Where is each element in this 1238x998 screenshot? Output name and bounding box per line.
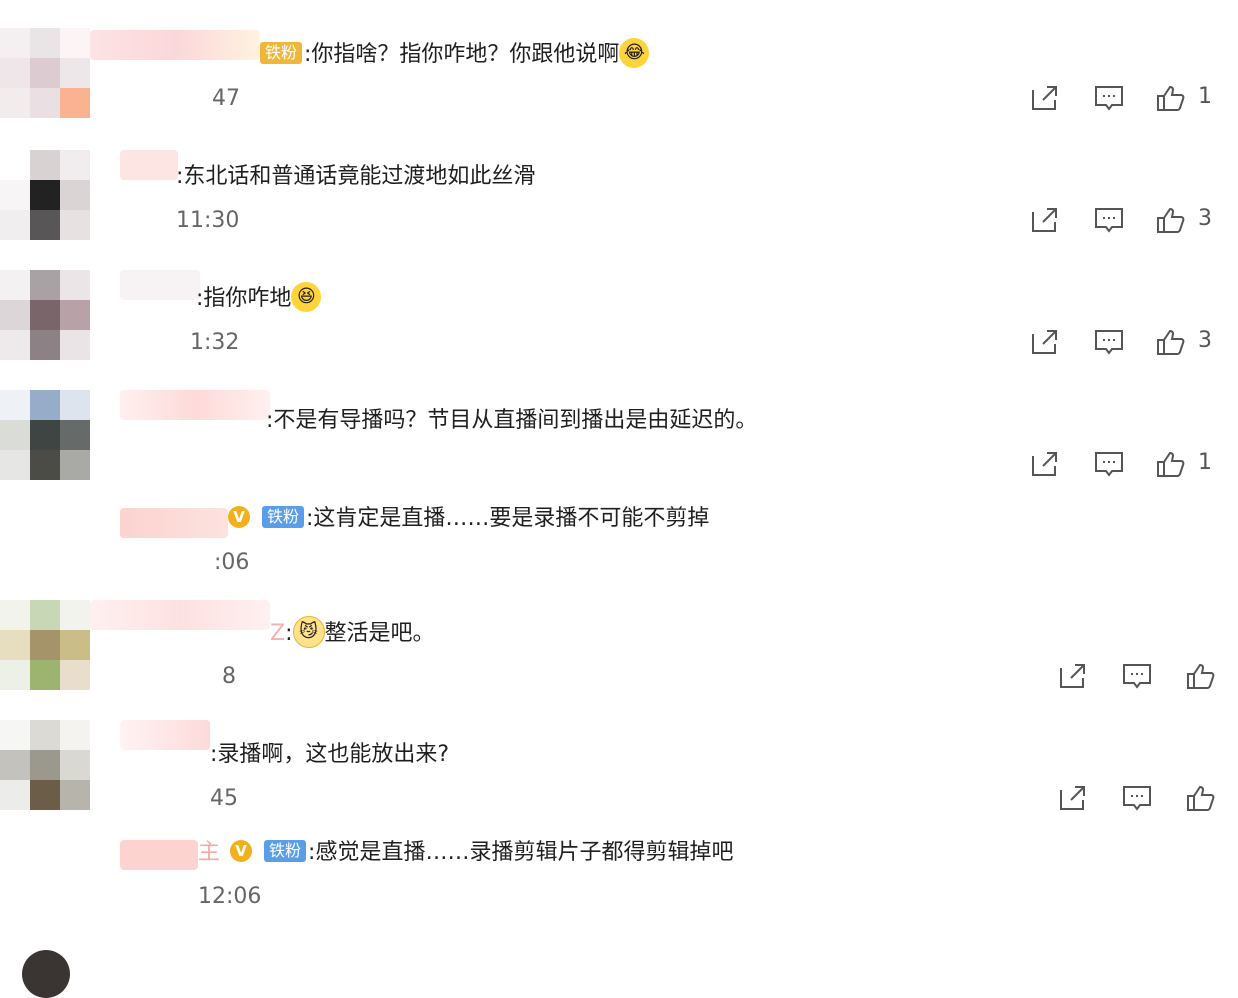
comment-icon[interactable] [1094, 206, 1124, 234]
thumbs-up-icon[interactable] [1186, 784, 1216, 812]
comment-text: :不是有导播吗？节目从直播间到播出是由延迟的。 [266, 408, 758, 433]
fan-badge: 铁粉 [262, 506, 305, 528]
timestamp: 12:06 [198, 884, 262, 909]
grin-emoji-icon: 😆 [291, 282, 322, 312]
avatar[interactable] [0, 270, 90, 360]
thumbs-up-icon[interactable] [1156, 328, 1186, 356]
avatar[interactable] [0, 28, 90, 118]
share-icon[interactable] [1058, 784, 1088, 812]
comment-icon[interactable] [1094, 84, 1124, 112]
thumbs-up-icon[interactable] [1186, 662, 1216, 690]
laugh-cry-emoji-icon: 😂 [619, 38, 650, 68]
comment-text: 铁粉:你指啥？指你咋地？你跟他说啊 😂 [260, 38, 650, 70]
username-suffix: 主 [198, 840, 221, 865]
verified-icon: V [228, 506, 250, 528]
share-icon[interactable] [1030, 450, 1060, 478]
thumbs-up-icon[interactable] [1156, 84, 1186, 112]
share-icon[interactable] [1030, 84, 1060, 112]
comment-text: :指你咋地 😆 [196, 282, 322, 314]
fan-badge: 铁粉 [260, 42, 303, 64]
comment-actions [1056, 656, 1236, 696]
username[interactable] [90, 600, 270, 630]
username-suffix: Z [270, 621, 286, 646]
comment-actions: 1 [1028, 78, 1228, 118]
timestamp: 11:30 [176, 208, 240, 233]
fan-badge: 铁粉 [264, 840, 307, 862]
username[interactable] [120, 150, 178, 180]
avatar[interactable] [0, 150, 90, 240]
like-count: 1 [1198, 84, 1212, 109]
reply-text: 主 V 铁粉:感觉是直播……录播剪辑片子都得剪辑掉吧 [198, 840, 734, 865]
reply-text: V 铁粉:这肯定是直播……要是录播不可能不剪掉 [228, 504, 709, 534]
comment-text: :录播啊，这也能放出来? [210, 742, 450, 767]
cat-face-emoji-icon: 😼 [292, 616, 325, 648]
username[interactable] [120, 390, 270, 420]
timestamp: 1:32 [190, 330, 240, 355]
share-icon[interactable] [1058, 662, 1088, 690]
comment-icon[interactable] [1094, 450, 1124, 478]
like-count: 3 [1198, 328, 1212, 353]
share-icon[interactable] [1030, 328, 1060, 356]
timestamp: 8 [222, 664, 236, 689]
avatar[interactable] [22, 950, 70, 998]
comment-actions: 3 [1028, 322, 1228, 362]
like-count: 3 [1198, 206, 1212, 231]
verified-icon: V [230, 840, 253, 862]
avatar[interactable] [0, 600, 90, 690]
comment-actions [1056, 778, 1236, 818]
username[interactable] [120, 270, 200, 300]
avatar[interactable] [0, 720, 90, 810]
timestamp: :06 [214, 550, 250, 575]
thumbs-up-icon[interactable] [1156, 450, 1186, 478]
comment-text: :东北话和普通话竟能过渡地如此丝滑 [176, 164, 536, 189]
timestamp: 47 [212, 86, 240, 111]
comment-icon[interactable] [1094, 328, 1124, 356]
like-count: 1 [1198, 450, 1212, 475]
username[interactable] [120, 508, 228, 538]
comment-text: Z: 😼 整活是吧。 [270, 616, 435, 650]
username[interactable] [120, 720, 210, 750]
username[interactable] [90, 30, 260, 60]
comment-actions: 3 [1028, 200, 1228, 240]
comment-icon[interactable] [1122, 662, 1152, 690]
comment-actions: 1 [1028, 444, 1228, 484]
timestamp: 45 [210, 786, 238, 811]
share-icon[interactable] [1030, 206, 1060, 234]
username[interactable] [120, 840, 198, 870]
comment-icon[interactable] [1122, 784, 1152, 812]
avatar[interactable] [0, 390, 90, 480]
thumbs-up-icon[interactable] [1156, 206, 1186, 234]
